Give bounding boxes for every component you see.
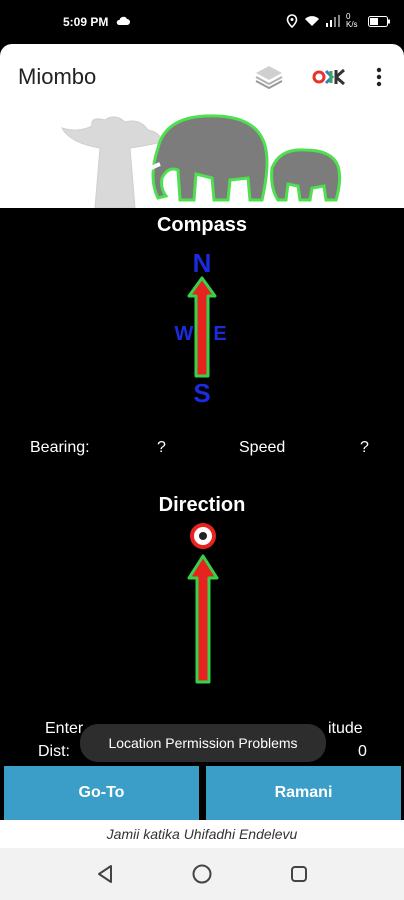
compass-east: E (213, 323, 226, 345)
footer-tagline: Jamii katika Uhifadhi Endelevu (0, 820, 404, 848)
app-title: Miombo (18, 64, 97, 89)
target-marker-icon (190, 523, 216, 549)
home-button[interactable] (187, 860, 217, 888)
recents-icon (291, 866, 307, 882)
direction-indicator (187, 523, 219, 684)
cloud-icon (116, 16, 130, 25)
odk-logo-icon (312, 68, 345, 86)
compass-title: Compass (156, 214, 248, 236)
compass-west: W (175, 323, 194, 345)
speed-label: Speed (239, 439, 286, 456)
system-nav-bar (0, 848, 404, 900)
bearing-label: Bearing: (30, 439, 90, 456)
compass-north: N (193, 248, 212, 278)
goto-button[interactable]: Go-To (4, 766, 199, 820)
longitude-label: itude (328, 720, 363, 737)
recents-button[interactable] (284, 860, 314, 888)
home-icon (192, 864, 212, 884)
distance-label: Dist: (38, 743, 70, 760)
banner-image (0, 108, 404, 208)
layers-icon (255, 66, 283, 90)
app-bar: Miombo (0, 44, 404, 108)
back-button[interactable] (90, 860, 120, 888)
status-time: 5:09 PM (63, 15, 109, 29)
layers-button[interactable] (252, 60, 286, 94)
battery-icon (368, 15, 390, 27)
bearing-value: ? (157, 439, 166, 456)
compass-rose: N S W E (175, 248, 227, 408)
odk-button[interactable] (310, 60, 350, 94)
status-icons: 0 K/s (286, 13, 390, 29)
net-speed: 0 K/s (346, 12, 358, 29)
wifi-icon (305, 16, 319, 26)
signal-icon (326, 15, 340, 27)
toast-message: Location Permission Problems (80, 724, 326, 762)
back-icon (98, 865, 112, 883)
enter-label: Enter (45, 720, 84, 737)
direction-title: Direction (158, 494, 246, 516)
ramani-button[interactable]: Ramani (206, 766, 401, 820)
direction-arrow-icon (187, 554, 219, 684)
compass-south: S (193, 378, 210, 408)
status-bar: 5:09 PM 0 K/s (0, 0, 404, 44)
distance-value: 0 (358, 743, 367, 760)
location-icon (286, 14, 298, 28)
speed-value: ? (360, 439, 369, 456)
elephants-baobab-illustration (60, 114, 342, 208)
more-vert-icon (376, 67, 382, 87)
more-options-button[interactable] (364, 60, 394, 94)
